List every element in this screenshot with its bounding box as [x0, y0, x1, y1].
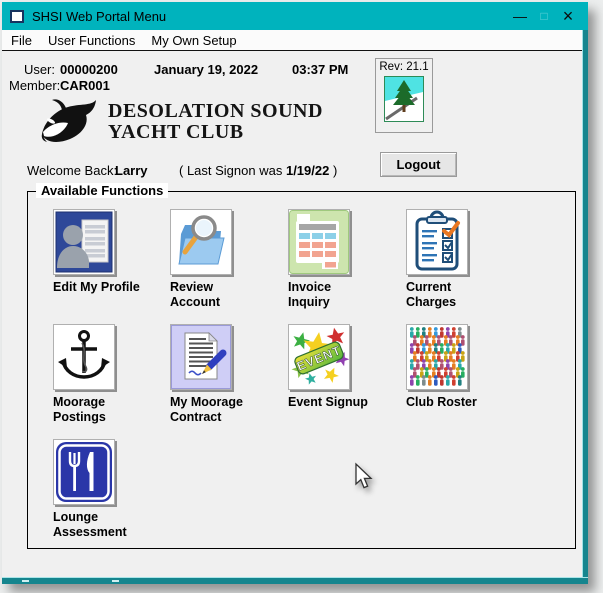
- menu-bar: File User Functions My Own Setup: [2, 30, 582, 51]
- function-label: Invoice Inquiry: [288, 280, 332, 309]
- event-stars-icon[interactable]: EVENT: [288, 324, 350, 390]
- function-label: Lounge Assessment: [53, 510, 127, 539]
- maximize-button[interactable]: □: [532, 2, 556, 30]
- anchor-icon[interactable]: [53, 324, 115, 390]
- crowd-icon[interactable]: [406, 324, 468, 390]
- member-row: Member:CAR001: [9, 78, 110, 93]
- club-name-line1: DESOLATION SOUND: [108, 100, 323, 122]
- welcome-label: Welcome Back:: [27, 163, 118, 178]
- menu-user-functions[interactable]: User Functions: [40, 31, 143, 50]
- member-label: Member:: [9, 78, 61, 93]
- club-name-line2: YACHT CLUB: [108, 121, 244, 143]
- function-label: Moorage Postings: [53, 395, 106, 424]
- function-label: My Moorage Contract: [170, 395, 243, 424]
- strip-dash: [112, 580, 119, 582]
- last-signon-date: 1/19/22: [285, 163, 330, 178]
- function-label: Edit My Profile: [53, 280, 140, 294]
- menu-file[interactable]: File: [2, 31, 40, 50]
- function-edit-my-profile[interactable]: Edit My Profile: [53, 209, 165, 295]
- function-club-roster[interactable]: Club Roster: [406, 324, 518, 410]
- menu-my-own-setup[interactable]: My Own Setup: [143, 31, 244, 50]
- dining-icon[interactable]: [53, 439, 115, 505]
- function-review-account[interactable]: Review Account: [170, 209, 282, 310]
- time-text: 03:37 PM: [292, 62, 349, 77]
- user-value: 00000200: [60, 62, 118, 77]
- tree-scene-icon: [384, 76, 424, 122]
- app-window: SHSI Web Portal Menu — □ × File User Fun…: [2, 2, 588, 584]
- function-current-charges[interactable]: Current Charges: [406, 209, 518, 310]
- mouse-cursor: [352, 462, 374, 497]
- orca-logo-icon: [38, 98, 104, 151]
- group-label: Available Functions: [36, 183, 169, 198]
- title-bar[interactable]: SHSI Web Portal Menu — □ ×: [2, 2, 588, 30]
- function-event-signup[interactable]: EVENT Event Signup: [288, 324, 400, 410]
- member-value: CAR001: [60, 78, 110, 93]
- profile-icon[interactable]: [53, 209, 115, 275]
- function-label: Review Account: [170, 280, 220, 309]
- strip-dash: [22, 580, 29, 582]
- function-invoice-inquiry[interactable]: Invoice Inquiry: [288, 209, 400, 310]
- user-row: User: 00000200: [9, 62, 118, 77]
- function-my-moorage-contract[interactable]: My Moorage Contract: [170, 324, 282, 425]
- window-border-bottom: [2, 577, 588, 584]
- close-button[interactable]: ×: [556, 2, 580, 30]
- function-label: Club Roster: [406, 395, 477, 409]
- logout-button[interactable]: Logout: [380, 152, 457, 177]
- invoice-table-icon[interactable]: [288, 209, 350, 275]
- function-label: Current Charges: [406, 280, 457, 309]
- function-label: Event Signup: [288, 395, 368, 409]
- welcome-name: Larry: [115, 163, 148, 178]
- available-functions-group: Available Functions Edit My Profile Revi…: [27, 183, 576, 549]
- window-border-right: [582, 2, 588, 584]
- window-title: SHSI Web Portal Menu: [32, 8, 167, 24]
- revision-panel: Rev: 21.1: [375, 58, 433, 133]
- function-moorage-postings[interactable]: Moorage Postings: [53, 324, 165, 425]
- club-name: DESOLATION SOUND YACHT CLUB: [108, 101, 323, 143]
- last-signon: ( Last Signon was 1/19/22 ): [179, 163, 338, 178]
- user-label: User:: [23, 62, 55, 77]
- revision-label: Rev: 21.1: [379, 61, 429, 73]
- minimize-button[interactable]: —: [508, 2, 532, 30]
- contract-pencil-icon[interactable]: [170, 324, 232, 390]
- function-lounge-assessment[interactable]: Lounge Assessment: [53, 439, 165, 540]
- date-text: January 19, 2022: [154, 62, 259, 77]
- app-window-icon: [10, 9, 24, 23]
- folder-search-icon[interactable]: [170, 209, 232, 275]
- clipboard-check-icon[interactable]: [406, 209, 468, 275]
